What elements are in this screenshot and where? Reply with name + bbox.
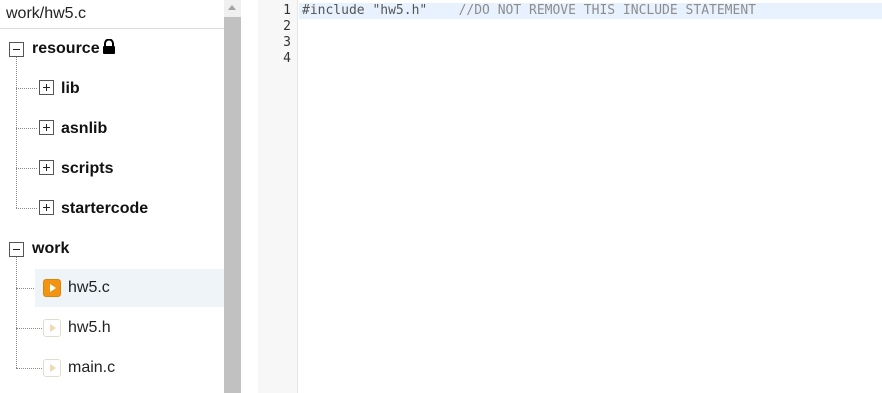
- line-number: 4: [283, 51, 291, 66]
- tree-scrollbar[interactable]: [224, 0, 241, 393]
- file-mainc-icon: [43, 359, 61, 377]
- line-number: 3: [283, 35, 291, 50]
- code-comment: //DO NOT REMOVE THIS INCLUDE STATEMENT: [458, 3, 756, 18]
- scrollbar-thumb[interactable]: [224, 17, 241, 393]
- collapse-resource-toggle[interactable]: [9, 42, 24, 57]
- tree-connector: [16, 128, 37, 129]
- tree-connector: [16, 88, 37, 89]
- collapse-work-toggle[interactable]: [9, 242, 24, 257]
- expand-lib-toggle[interactable]: [39, 80, 54, 95]
- expand-startercode-toggle[interactable]: [39, 200, 54, 215]
- tree-connector: [16, 368, 42, 369]
- current-path: work/hw5.c: [0, 0, 224, 29]
- scroll-up-arrow-icon[interactable]: [224, 0, 241, 17]
- folder-resource[interactable]: resource: [32, 40, 100, 58]
- file-tree-panel: work/hw5.c resource lib asnlib scripts s…: [0, 0, 224, 393]
- line-number: 2: [283, 19, 291, 34]
- tree-connector: [16, 168, 37, 169]
- folder-asnlib[interactable]: asnlib: [61, 120, 107, 138]
- selected-file-row[interactable]: [35, 269, 224, 307]
- file-hw5h-icon: [43, 319, 61, 337]
- folder-scripts[interactable]: scripts: [61, 160, 113, 178]
- code-line-1[interactable]: #include "hw5.h" //DO NOT REMOVE THIS IN…: [302, 3, 756, 19]
- folder-startercode[interactable]: startercode: [61, 200, 148, 218]
- file-hw5c[interactable]: hw5.c: [68, 279, 110, 297]
- tree-connector: [16, 208, 37, 209]
- line-number-gutter: 1 2 3 4: [258, 0, 298, 393]
- tree-connector: [16, 257, 17, 368]
- expand-asnlib-toggle[interactable]: [39, 120, 54, 135]
- lock-icon: [103, 39, 115, 54]
- include-directive: #include: [302, 3, 365, 18]
- tree-connector: [16, 57, 17, 208]
- file-hw5h[interactable]: hw5.h: [68, 319, 111, 337]
- file-mainc[interactable]: main.c: [68, 359, 115, 377]
- file-hw5c-icon: [43, 279, 61, 297]
- line-number: 1: [283, 3, 291, 18]
- tree-connector: [16, 328, 42, 329]
- code-editor[interactable]: 1 2 3 4 #include "hw5.h" //DO NOT REMOVE…: [241, 0, 882, 393]
- folder-lib[interactable]: lib: [61, 80, 80, 98]
- expand-scripts-toggle[interactable]: [39, 160, 54, 175]
- folder-work[interactable]: work: [32, 240, 69, 258]
- include-string: "hw5.h": [372, 3, 428, 18]
